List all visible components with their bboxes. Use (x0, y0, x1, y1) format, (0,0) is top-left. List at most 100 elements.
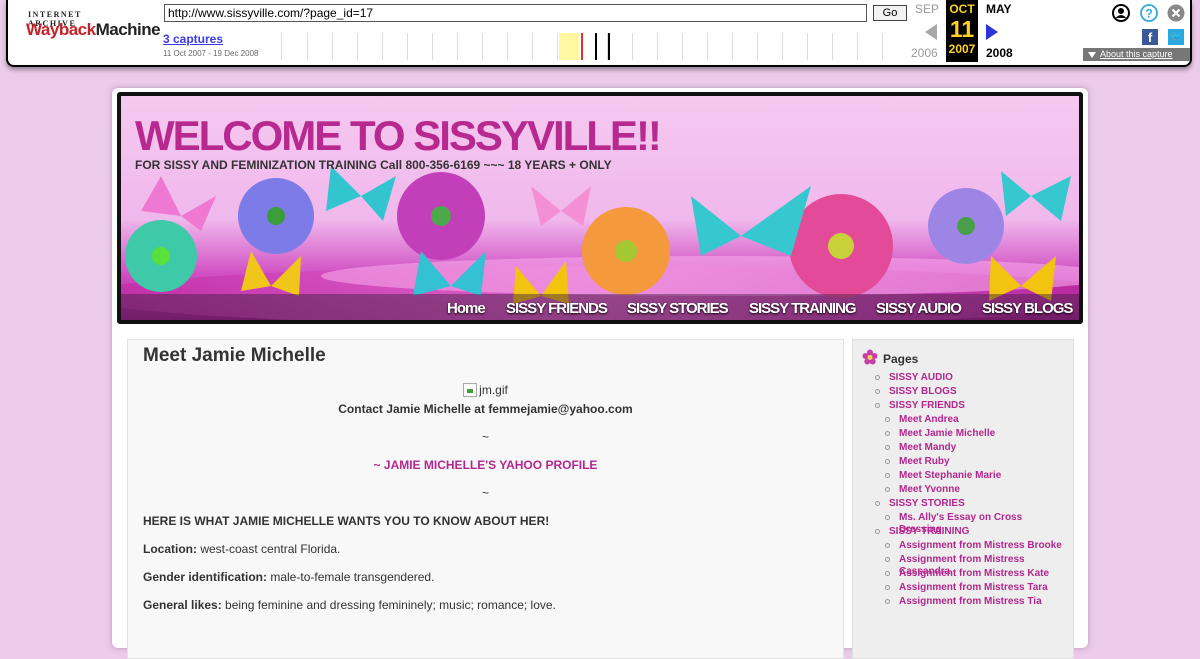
sidebar-page-link[interactable]: SISSY BLOGS (889, 386, 1067, 398)
nav-sissy-training[interactable]: SISSY TRAINING (749, 300, 857, 317)
site-title[interactable]: WELCOME TO SISSYVILLE!! (135, 112, 662, 160)
sidebar: Pages SISSY AUDIO SISSY BLOGS SISSY FRIEND… (852, 339, 1074, 659)
list-bullet-icon (875, 389, 880, 394)
sparkline-divider (507, 33, 508, 60)
sidebar-subpage-link[interactable]: Assignment from Mistress Kate (899, 568, 1067, 580)
flower-icon (862, 349, 878, 365)
sparkline-divider (407, 33, 408, 60)
sparkline-divider (382, 33, 383, 60)
sidebar-page-link[interactable]: SISSY STORIES (889, 498, 1067, 510)
current-month: OCT (949, 2, 975, 16)
twitter-icon[interactable]: 🐦 (1168, 29, 1184, 45)
broken-image-icon (463, 383, 478, 397)
sidebar-subpage-link[interactable]: Assignment from Mistress Brooke (899, 540, 1067, 552)
nav-sissy-friends[interactable]: SISSY FRIENDS (506, 300, 608, 317)
nav-home[interactable]: Home (447, 300, 486, 317)
prev-month[interactable]: SEP (915, 2, 939, 16)
list-bullet-icon (885, 445, 890, 450)
sparkline-divider (782, 33, 783, 60)
go-button[interactable]: Go (873, 5, 907, 21)
wayback-logo-text: WaybackMachine (26, 20, 161, 39)
list-bullet-icon (875, 501, 880, 506)
prev-arrow-icon[interactable] (925, 24, 937, 40)
sparkline-divider (707, 33, 708, 60)
sparkline-divider (682, 33, 683, 60)
next-year[interactable]: 2008 (986, 46, 1013, 60)
list-bullet-icon (885, 431, 890, 436)
sparkline-divider (307, 33, 308, 60)
sparkline-divider (857, 33, 858, 60)
wayback-toolbar: INTERNET ARCHIVE WaybackMachine Go 3 cap… (6, 0, 1192, 67)
capture-sparkline[interactable] (281, 33, 908, 60)
sparkline-divider (532, 33, 533, 60)
sparkline-divider (732, 33, 733, 60)
post-intro: HERE IS WHAT JAMIE MICHELLE WANTS YOU TO… (143, 514, 550, 528)
wayback-url-input[interactable] (164, 4, 867, 22)
flowers-butterflies-illustration (125, 166, 1071, 304)
facebook-icon[interactable]: f (1142, 29, 1158, 45)
header-banner: WELCOME TO SISSYVILLE!! FOR SISSY AND FE… (117, 92, 1083, 324)
help-icon[interactable]: ? (1140, 4, 1158, 22)
list-bullet-icon (885, 543, 890, 548)
sparkline-divider (807, 33, 808, 60)
main-nav: Home SISSY FRIENDS SISSY STORIES SISSY T… (121, 294, 1079, 320)
yahoo-profile-link[interactable]: ~ JAMIE MICHELLE'S YAHOO PROFILE (128, 458, 843, 472)
sparkline-divider (832, 33, 833, 60)
gender-row: Gender identification: male-to-female tr… (143, 570, 435, 584)
sidebar-page-link[interactable]: SISSY AUDIO (889, 372, 1067, 384)
capture-range: 11 Oct 2007 - 19 Dec 2008 (163, 49, 259, 58)
list-bullet-icon (875, 375, 880, 380)
next-arrow-icon[interactable] (986, 24, 998, 40)
sidebar-subpage-link[interactable]: Meet Andrea (899, 414, 1067, 426)
capture-bar[interactable] (608, 33, 610, 60)
post-image-broken: jm.gif (128, 383, 843, 400)
sidebar-subpage-link[interactable]: Meet Yvonne (899, 484, 1067, 496)
current-date: OCT 11 2007 (946, 0, 978, 62)
list-bullet-icon (885, 487, 890, 492)
list-bullet-icon (875, 403, 880, 408)
triangle-down-icon (1088, 51, 1096, 58)
site-container: WELCOME TO SISSYVILLE!! FOR SISSY AND FE… (112, 88, 1088, 659)
nav-sissy-audio[interactable]: SISSY AUDIO (876, 300, 962, 317)
capture-bar-selected[interactable] (581, 33, 583, 60)
sparkline-divider (557, 33, 558, 60)
nav-sissy-stories[interactable]: SISSY STORIES (627, 300, 729, 317)
sparkline-divider (457, 33, 458, 60)
sidebar-page-link[interactable]: SISSY TRAINING (889, 526, 1067, 538)
sidebar-subpage-link[interactable]: Meet Ruby (899, 456, 1067, 468)
sidebar-page-link[interactable]: SISSY FRIENDS (889, 400, 1067, 412)
list-bullet-icon (875, 529, 880, 534)
list-bullet-icon (885, 417, 890, 422)
tilde-divider: ~ (481, 486, 489, 500)
prev-year[interactable]: 2006 (911, 46, 938, 60)
sidebar-subpage-link[interactable]: Meet Jamie Michelle (899, 428, 1067, 440)
sidebar-subpage-link[interactable]: Assignment from Mistress Tia (899, 596, 1067, 608)
captures-link[interactable]: 3 captures (163, 32, 223, 46)
sparkline-divider (657, 33, 658, 60)
list-bullet-icon (885, 571, 890, 576)
capture-bar[interactable] (595, 33, 597, 60)
sparkline-divider (482, 33, 483, 60)
close-icon[interactable] (1167, 4, 1185, 22)
svg-text:?: ? (1145, 7, 1152, 21)
user-icon[interactable] (1112, 4, 1130, 22)
likes-row: General likes: being feminine and dressi… (143, 598, 556, 612)
sparkline-divider (357, 33, 358, 60)
sparkline-divider (882, 33, 883, 60)
sparkline-divider (432, 33, 433, 60)
sparkline-divider (757, 33, 758, 60)
contact-line: Contact Jamie Michelle at femmejamie@yah… (338, 402, 633, 416)
post-title: Meet Jamie Michelle (143, 345, 326, 366)
sidebar-subpage-link[interactable]: Meet Stephanie Marie (899, 470, 1067, 482)
sparkline-divider (332, 33, 333, 60)
sidebar-subpage-link[interactable]: Assignment from Mistress Tara (899, 582, 1067, 594)
sparkline-divider (632, 33, 633, 60)
list-bullet-icon (885, 557, 890, 562)
wayback-logo[interactable]: INTERNET ARCHIVE WaybackMachine (26, 8, 161, 48)
sidebar-subpage-link[interactable]: Meet Mandy (899, 442, 1067, 454)
list-bullet-icon (885, 515, 890, 520)
about-capture-button[interactable]: About this capture (1083, 48, 1190, 61)
sparkline-highlight (559, 33, 579, 60)
nav-sissy-blogs[interactable]: SISSY BLOGS (982, 300, 1073, 317)
next-month[interactable]: MAY (986, 2, 1012, 16)
